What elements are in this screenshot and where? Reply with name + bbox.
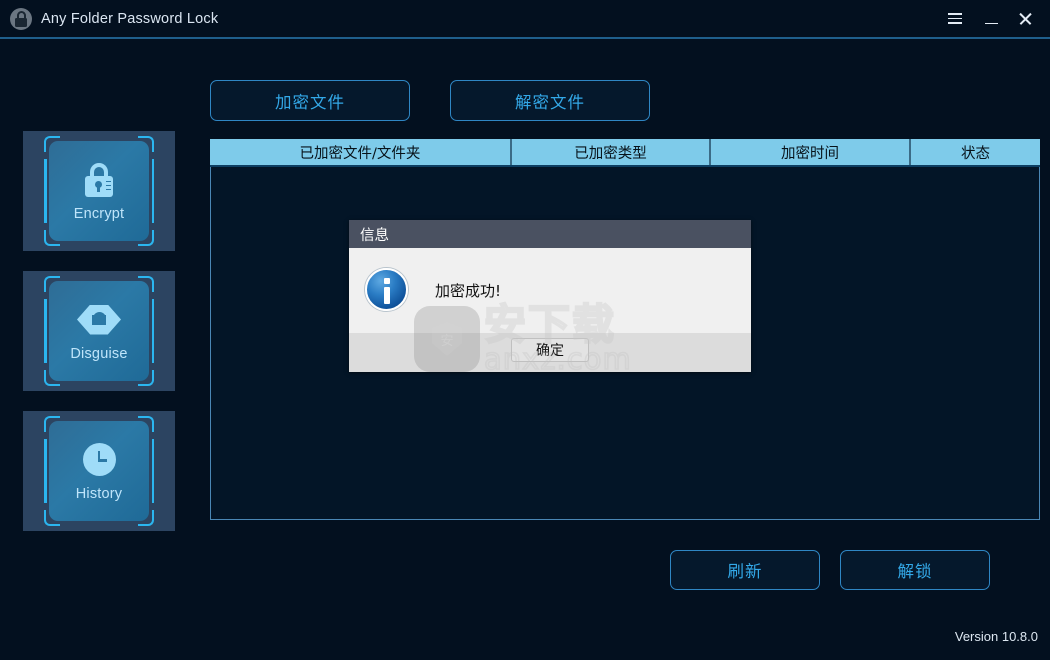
minimize-icon[interactable] [974,0,1008,37]
column-header-file[interactable]: 已加密文件/文件夹 [210,139,512,165]
window-controls [938,0,1050,37]
dialog-body: 加密成功! [349,248,751,333]
close-icon[interactable] [1008,0,1042,37]
sidebar-item-disguise[interactable]: Disguise [23,271,175,391]
dialog-title: 信息 [349,220,751,248]
column-header-type[interactable]: 已加密类型 [512,139,711,165]
dialog-footer: 确定 [349,333,751,372]
version-label: Version 10.8.0 [954,629,1038,644]
dialog-message: 加密成功! [435,282,502,300]
clock-icon [82,441,116,479]
column-header-time[interactable]: 加密时间 [711,139,911,165]
unlock-button[interactable]: 解锁 [840,550,990,590]
refresh-button[interactable]: 刷新 [670,550,820,590]
sidebar-item-label: Disguise [70,345,128,362]
sidebar-item-encrypt[interactable]: Encrypt [23,131,175,251]
tab-decrypt-file[interactable]: 解密文件 [450,80,650,121]
window-title: Any Folder Password Lock [41,10,219,27]
hamburger-menu-icon[interactable] [938,0,972,37]
info-icon [365,268,408,311]
title-bar: Any Folder Password Lock [0,0,1050,39]
disguise-mask-icon [77,301,121,339]
column-header-status[interactable]: 状态 [911,139,1040,165]
lock-logo-icon [10,7,32,30]
sidebar-item-label: Encrypt [73,205,125,222]
lock-icon [84,161,114,199]
tab-encrypt-file[interactable]: 加密文件 [210,80,410,121]
sidebar-item-history[interactable]: History [23,411,175,531]
dialog-ok-button[interactable]: 确定 [511,337,589,362]
sidebar: Encrypt Disguise History [23,131,175,551]
table-header-row: 已加密文件/文件夹 已加密类型 加密时间 状态 [210,139,1040,167]
sidebar-item-label: History [75,485,123,502]
application-window: Any Folder Password Lock Encrypt Disguis… [0,0,1050,660]
info-dialog: 信息 加密成功! 确定 [349,220,751,372]
